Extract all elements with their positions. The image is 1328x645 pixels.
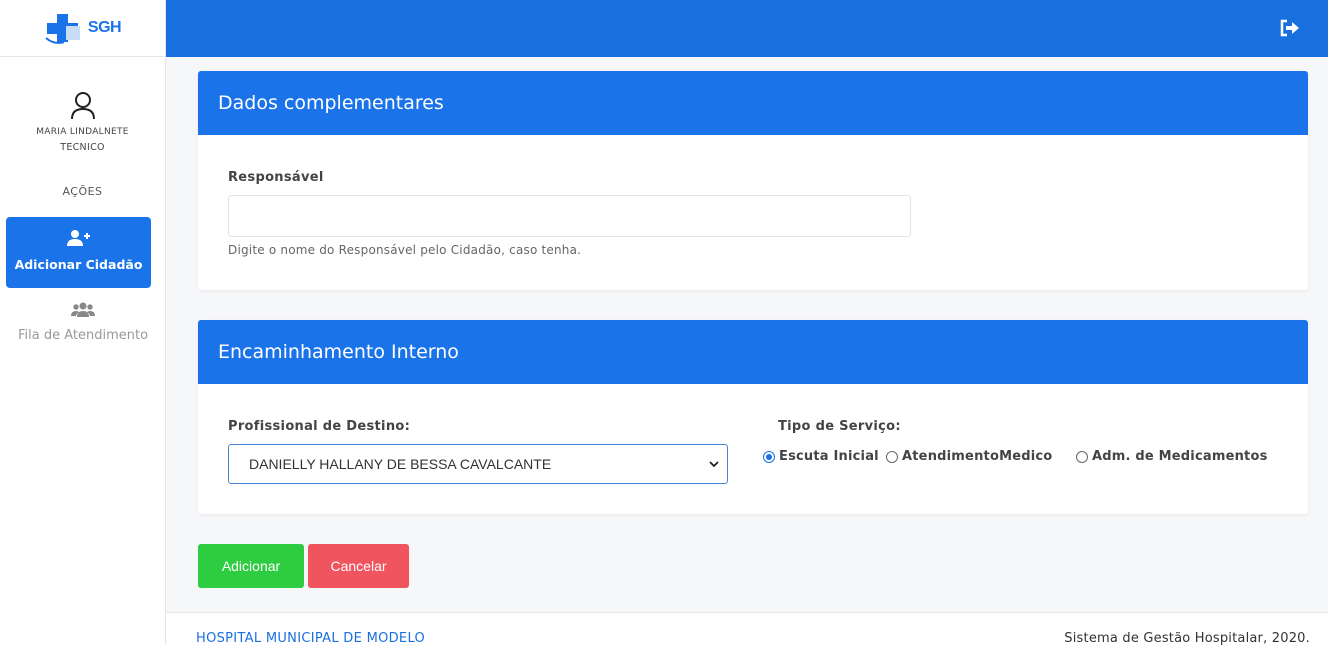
- responsavel-label: Responsável: [228, 170, 324, 185]
- professional-selected-value: DANIELLY HALLANY DE BESSA CAVALCANTE: [249, 456, 552, 472]
- sidebar-item-label: Adicionar Cidadão: [14, 257, 143, 272]
- radio-button[interactable]: [886, 450, 898, 463]
- responsavel-help: Digite o nome do Responsável pelo Cidadã…: [228, 243, 582, 257]
- user-role: TECNICO: [60, 142, 105, 153]
- topbar: [166, 0, 1328, 57]
- radio-button[interactable]: [1076, 450, 1088, 463]
- radio-label: Adm. de Medicamentos: [1092, 449, 1268, 464]
- professional-select[interactable]: DANIELLY HALLANY DE BESSA CAVALCANTE: [228, 444, 728, 484]
- user-icon: [70, 92, 95, 120]
- radio-atendimento-medico[interactable]: AtendimentoMedico: [886, 449, 1052, 464]
- cancel-button[interactable]: Cancelar: [308, 544, 409, 588]
- professional-label: Profissional de Destino:: [228, 419, 411, 434]
- hospital-cross-icon: [45, 14, 80, 44]
- radio-button[interactable]: [763, 450, 775, 463]
- sidebar: SGH MARIA LINDALNETE TECNICO AÇÕES Adici…: [0, 0, 166, 645]
- sidebar-item-fila-de-atendimento[interactable]: Fila de Atendimento: [0, 302, 166, 343]
- radio-adm-medicamentos[interactable]: Adm. de Medicamentos: [1076, 449, 1268, 464]
- card-title: Encaminhamento Interno: [198, 320, 1308, 384]
- section-label-actions: AÇÕES: [62, 185, 103, 198]
- add-button[interactable]: Adicionar: [198, 544, 304, 588]
- sign-out-icon[interactable]: [1280, 19, 1300, 37]
- user-name: MARIA LINDALNETE: [36, 127, 129, 137]
- radio-label: AtendimentoMedico: [902, 449, 1053, 464]
- chevron-down-icon: [709, 461, 719, 468]
- footer-copyright: Sistema de Gestão Hospitalar, 2020.: [1064, 631, 1310, 645]
- logo-text: SGH: [87, 19, 122, 36]
- radio-escuta-inicial[interactable]: Escuta Inicial: [763, 449, 879, 464]
- sidebar-item-label: Fila de Atendimento: [17, 328, 149, 343]
- complementary-data-card: Dados complementares Responsável Digite …: [198, 71, 1308, 290]
- referral-card: Encaminhamento Interno Profissional de D…: [198, 320, 1308, 514]
- logo[interactable]: SGH: [0, 0, 165, 57]
- card-title: Dados complementares: [198, 71, 1308, 135]
- sidebar-item-adicionar-cidadao[interactable]: Adicionar Cidadão: [6, 217, 151, 288]
- users-icon: [71, 302, 95, 317]
- radio-label: Escuta Inicial: [779, 449, 879, 464]
- footer-hospital-name: HOSPITAL MUNICIPAL DE MODELO: [196, 631, 426, 645]
- user-plus-icon: [66, 230, 90, 246]
- user-profile: MARIA LINDALNETE TECNICO: [0, 91, 165, 153]
- footer: HOSPITAL MUNICIPAL DE MODELO Sistema de …: [166, 612, 1328, 645]
- responsavel-input[interactable]: [228, 195, 911, 237]
- service-type-label: Tipo de Serviço:: [778, 419, 901, 434]
